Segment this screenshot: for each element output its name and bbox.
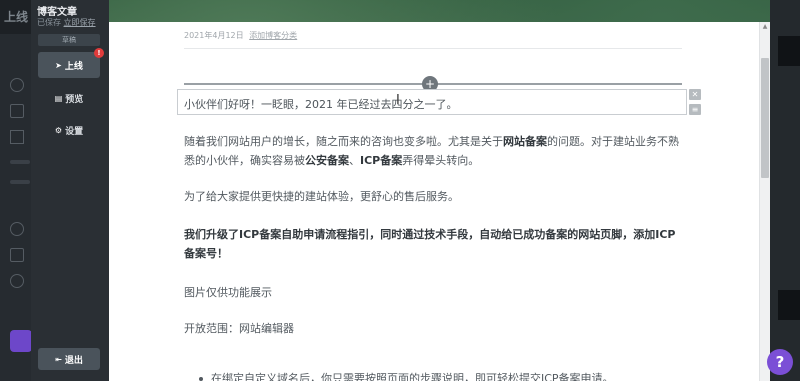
para1-bold: ICP备案 xyxy=(360,154,403,167)
nav-item-bar xyxy=(10,180,30,184)
background-block xyxy=(778,290,800,320)
para1-text: 随着我们网站用户的增长，随之而来的咨询也变多啦。尤其是关于 xyxy=(184,135,503,148)
post-type-title: 博客文章 xyxy=(37,7,77,18)
publish-alert-badge: ! xyxy=(94,48,104,58)
divider xyxy=(184,48,682,49)
draft-badge: 草稿 xyxy=(38,34,100,46)
grid-icon xyxy=(10,248,24,262)
exit-icon: ⇤ xyxy=(55,354,62,364)
publish-label: 上线 xyxy=(64,61,83,72)
block-options-button[interactable]: ≡ xyxy=(689,104,701,115)
rocket-icon: ➤ xyxy=(55,60,62,70)
text-cursor-icon: I xyxy=(396,93,400,108)
preview-icon: ▤ xyxy=(54,93,63,103)
preview-label: 预览 xyxy=(65,94,84,105)
save-now-link[interactable]: 立即保存 xyxy=(64,18,96,27)
settings-label: 设置 xyxy=(65,126,84,137)
scroll-up-icon[interactable]: ▲ xyxy=(760,22,770,32)
para1-text: 、 xyxy=(349,154,360,167)
post-date: 2021年4月12日 xyxy=(184,31,244,40)
add-category-link[interactable]: 添加博客分类 xyxy=(249,31,297,40)
paragraph-5[interactable]: 开放范围：网站编辑器 xyxy=(184,319,684,338)
save-status: 已保存 立即保存 xyxy=(37,17,96,28)
save-status-text: 已保存 xyxy=(37,18,61,27)
background-block xyxy=(778,36,800,66)
editor-canvas: 2021年4月12日 添加博客分类 + 小伙伴们好呀！一眨眼，2021 年已经过… xyxy=(109,22,759,381)
paragraph-1[interactable]: 随着我们网站用户的增长，随之而来的咨询也变多啦。尤其是关于网站备案的问题。对于建… xyxy=(184,132,684,170)
exit-label: 退出 xyxy=(64,355,83,366)
paragraph-3[interactable]: 我们升级了ICP备案自助申请流程指引，同时通过技术手段，自动给已成功备案的网站页… xyxy=(184,225,684,263)
para1-text: 弄得晕头转向。 xyxy=(402,154,480,167)
paragraph-4[interactable]: 图片仅供功能展示 xyxy=(184,283,684,302)
para1-bold: 网站备案 xyxy=(503,135,547,148)
exit-button[interactable]: ⇤ 退出 xyxy=(38,348,100,370)
bullet-icon xyxy=(199,377,203,381)
delete-block-button[interactable]: ✕ xyxy=(689,89,701,100)
editor-sidebar: 博客文章 已保存 立即保存 草稿 ➤ 上线 ! ▤ 预览 ⚙ 设置 ⇤ 退出 xyxy=(31,0,109,381)
dollar-icon xyxy=(10,78,24,92)
settings-button[interactable]: ⚙ 设置 xyxy=(38,120,100,140)
inbox-icon xyxy=(10,104,24,118)
background-app-logo: 上线 xyxy=(4,10,29,24)
pen-icon xyxy=(10,130,24,144)
active-text-block[interactable]: 小伙伴们好呀！一眨眼，2021 年已经过去四分之一了。 I xyxy=(177,89,687,115)
editor-scrollbar[interactable]: ▲ xyxy=(759,22,770,381)
list-item-text: 在绑定自定义域名后，你只需要按照页面的步骤说明，即可轻松提交ICP备案申请。 xyxy=(211,372,614,381)
help-button[interactable]: ? xyxy=(767,349,793,375)
list-item[interactable]: 在绑定自定义域名后，你只需要按照页面的步骤说明，即可轻松提交ICP备案申请。 xyxy=(199,370,614,381)
preview-button[interactable]: ▤ 预览 xyxy=(38,88,100,108)
post-meta: 2021年4月12日 添加博客分类 xyxy=(184,30,297,41)
active-block-text[interactable]: 小伙伴们好呀！一眨眼，2021 年已经过去四分之一了。 xyxy=(184,96,458,112)
para1-bold: 公安备案 xyxy=(305,154,349,167)
gear-icon: ⚙ xyxy=(54,125,63,135)
chart-icon xyxy=(10,274,24,288)
publish-button[interactable]: ➤ 上线 ! xyxy=(38,48,104,78)
paragraph-2[interactable]: 为了给大家提供更快捷的建站体验，更舒心的售后服务。 xyxy=(184,187,684,206)
users-icon xyxy=(10,222,24,236)
scroll-thumb[interactable] xyxy=(761,58,769,178)
nav-item-bar xyxy=(10,160,30,164)
upgrade-button xyxy=(10,330,32,352)
